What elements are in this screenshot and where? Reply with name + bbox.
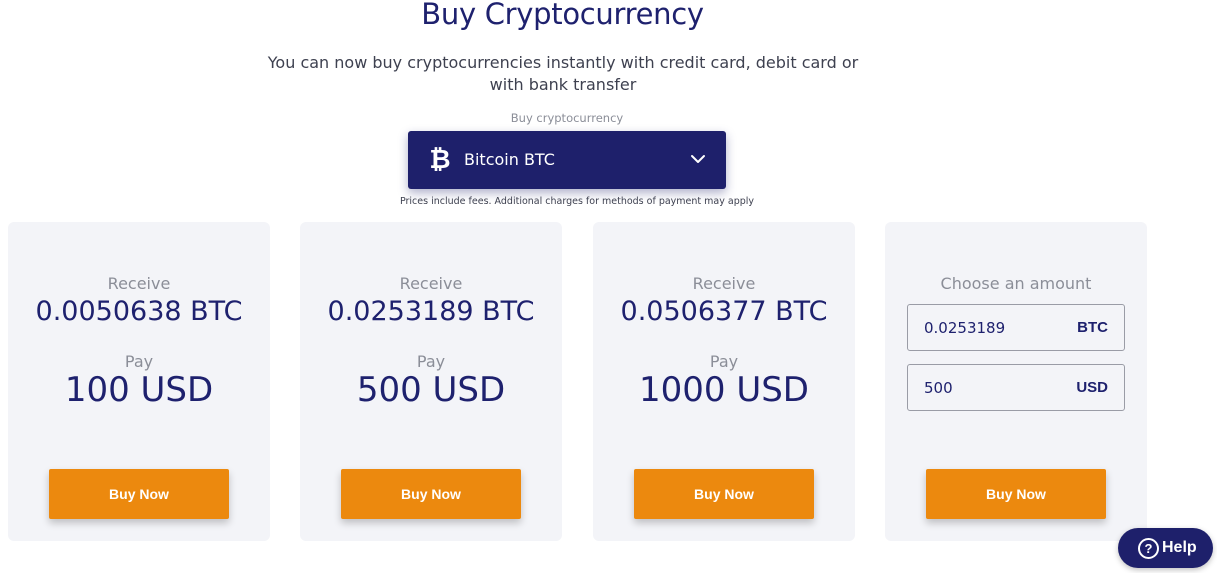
pay-label: Pay [124,352,154,371]
buy-now-button[interactable]: Buy Now [341,469,521,519]
receive-label: Receive [107,274,171,293]
crypto-select-dropdown[interactable]: ₿ Bitcoin BTC [408,131,726,189]
crypto-amount-input[interactable] [924,317,1064,339]
buy-crypto-page: Buy Cryptocurrency You can now buy crypt… [0,0,1217,573]
bitcoin-icon: ₿ [429,145,451,175]
help-button[interactable]: ? Help [1118,528,1213,568]
offer-card-1000: Receive 0.0506377 BTC Pay 1000 USD Buy N… [593,222,855,541]
question-circle-icon: ? [1138,538,1159,559]
pay-amount: 100 USD [64,370,214,410]
fiat-amount-field[interactable]: USD [907,364,1125,411]
choose-amount-label: Choose an amount [940,274,1092,293]
fees-note: Prices include fees. Additional charges … [399,196,755,207]
receive-label: Receive [399,274,463,293]
crypto-amount-field[interactable]: BTC [907,304,1125,351]
crypto-unit-label: BTC [1077,319,1108,336]
page-title: Buy Cryptocurrency [421,0,704,31]
receive-amount: 0.0253189 BTC [327,296,535,327]
pay-label: Pay [416,352,446,371]
buy-now-button[interactable]: Buy Now [49,469,229,519]
receive-amount: 0.0506377 BTC [620,296,828,327]
fiat-amount-input[interactable] [924,377,1064,399]
pay-amount: 500 USD [356,370,506,410]
offer-card-500: Receive 0.0253189 BTC Pay 500 USD Buy No… [300,222,562,541]
custom-amount-card: Choose an amount BTC USD Buy Now [885,222,1147,541]
page-subtitle: You can now buy cryptocurrencies instant… [267,53,859,94]
receive-amount: 0.0050638 BTC [35,296,243,327]
pay-amount: 1000 USD [639,370,809,410]
buy-now-button[interactable]: Buy Now [926,469,1106,519]
receive-label: Receive [692,274,756,293]
crypto-select-label: Buy cryptocurrency [510,111,624,125]
offer-card-100: Receive 0.0050638 BTC Pay 100 USD Buy No… [8,222,270,541]
buy-now-button[interactable]: Buy Now [634,469,814,519]
crypto-select-value: Bitcoin BTC [464,150,555,169]
help-label: Help [1162,539,1197,556]
pay-label: Pay [709,352,739,371]
fiat-unit-label: USD [1076,379,1108,396]
chevron-down-icon [691,155,705,163]
